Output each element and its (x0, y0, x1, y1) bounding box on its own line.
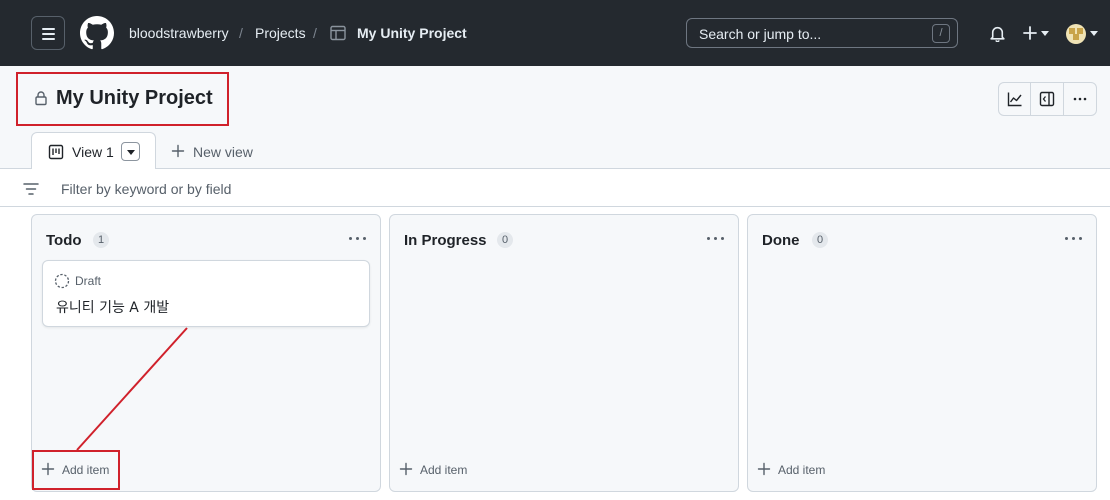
tab-label: View 1 (72, 144, 114, 160)
menu-dot (721, 237, 724, 240)
card-status-label: Draft (75, 274, 102, 288)
column-done: Done 0 Add item (747, 214, 1097, 492)
plus-icon (171, 144, 185, 158)
avatar-chevron-down-icon[interactable] (1090, 31, 1098, 36)
create-new-chevron-down-icon[interactable] (1041, 31, 1049, 36)
board-view-icon (48, 144, 64, 160)
view-options-chevron-down-icon[interactable] (121, 142, 140, 161)
more-options-icon (1073, 97, 1086, 101)
project-title-annotation: My Unity Project (16, 72, 229, 126)
menu-dot (1072, 237, 1075, 240)
notifications-bell-icon[interactable] (989, 25, 1006, 42)
add-item-annotation-box (32, 450, 120, 490)
column-count-badge: 0 (497, 232, 514, 248)
toggle-sidebar-button[interactable] (1031, 83, 1064, 115)
menu-icon-bar (42, 33, 55, 35)
menu-dot (349, 237, 352, 240)
menu-dot (356, 237, 359, 240)
breadcrumb-projects[interactable]: Projects (255, 25, 306, 41)
project-toolbar (998, 82, 1097, 116)
menu-button[interactable] (31, 16, 65, 50)
menu-dot (707, 237, 710, 240)
column-count-badge: 0 (812, 232, 829, 248)
page-title: My Unity Project (56, 87, 213, 109)
column-in-progress: In Progress 0 Add item (389, 214, 739, 492)
filter-icon (23, 183, 39, 195)
menu-dot (714, 237, 717, 240)
breadcrumb-project[interactable]: My Unity Project (357, 25, 467, 41)
breadcrumb-separator: / (239, 25, 243, 41)
breadcrumb-owner[interactable]: bloodstrawberry (129, 25, 229, 41)
filter-input[interactable]: Filter by keyword or by field (61, 181, 231, 197)
breadcrumb-separator: / (313, 25, 317, 41)
new-view-label: New view (193, 144, 253, 160)
column-title: Todo (46, 232, 82, 249)
column-more-options-icon[interactable] (706, 234, 726, 244)
column-more-options-icon[interactable] (348, 234, 368, 244)
menu-dot (1079, 237, 1082, 240)
plus-icon (399, 462, 413, 476)
github-logo-icon[interactable] (80, 16, 114, 50)
sidebar-icon (1040, 91, 1055, 107)
column-title: Done (762, 232, 800, 249)
create-new-plus-icon[interactable] (1022, 25, 1038, 41)
menu-dot (363, 237, 366, 240)
column-more-options-icon[interactable] (1064, 234, 1084, 244)
add-item-label: Add item (420, 463, 468, 477)
project-table-icon (330, 25, 346, 41)
column-count-badge: 1 (93, 232, 110, 248)
insights-button[interactable] (999, 83, 1032, 115)
board-card[interactable]: Draft 유니티 기능 A 개발 (42, 260, 370, 327)
search-placeholder: Search or jump to... (699, 26, 822, 42)
search-shortcut-key: / (932, 24, 950, 43)
tab-view-1[interactable]: View 1 (31, 132, 156, 170)
lock-icon (35, 91, 47, 106)
global-header: bloodstrawberry / Projects / My Unity Pr… (0, 0, 1110, 66)
draft-issue-icon (54, 273, 70, 289)
search-input[interactable]: Search or jump to... / (686, 18, 958, 48)
user-avatar[interactable] (1066, 24, 1086, 44)
column-title: In Progress (404, 232, 487, 249)
add-item-label: Add item (778, 463, 826, 477)
menu-icon-bar (42, 38, 55, 40)
filter-bar: Filter by keyword or by field (0, 169, 1110, 207)
menu-dot (1065, 237, 1068, 240)
avatar-pixel (1073, 34, 1079, 40)
more-options-button[interactable] (1064, 83, 1096, 115)
insights-icon (1007, 92, 1022, 107)
plus-icon (757, 462, 771, 476)
card-title[interactable]: 유니티 기능 A 개발 (56, 297, 169, 317)
menu-icon-bar (42, 28, 55, 30)
